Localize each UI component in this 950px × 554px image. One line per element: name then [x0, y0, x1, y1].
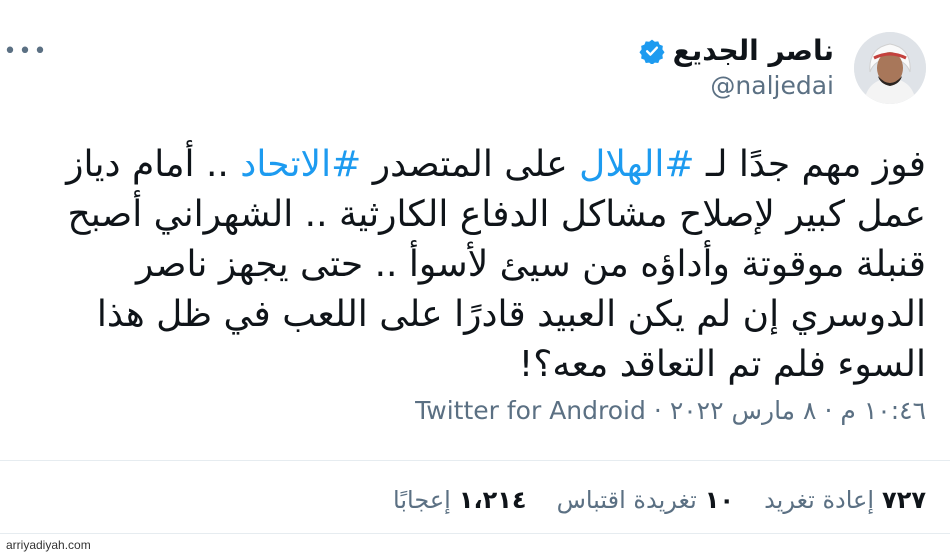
tweet-text-part: فوز مهم جدًا لـ: [694, 144, 926, 185]
hashtag-alittihad[interactable]: #الاتحاد: [240, 144, 361, 185]
retweets-label: إعادة تغريد: [764, 486, 875, 514]
tweet-stats: ٧٢٧ إعادة تغريد ١٠ تغريدة اقتباس ١،٢١٤ إ…: [393, 486, 926, 514]
tweet-source-link[interactable]: Twitter for Android: [415, 396, 646, 425]
tweet-author[interactable]: ناصر الجديع @naljedai: [639, 34, 834, 100]
likes-stat[interactable]: ١،٢١٤ إعجابًا: [393, 486, 527, 514]
verified-badge-icon: [639, 38, 665, 65]
tweet-time[interactable]: ١٠:٤٦ م: [840, 396, 926, 425]
likes-count: ١،٢١٤: [458, 486, 527, 514]
quotes-count: ١٠: [704, 486, 735, 514]
tweet-date[interactable]: ٨ مارس ٢٠٢٢: [670, 396, 817, 425]
meta-separator: ·: [824, 396, 833, 425]
retweets-stat[interactable]: ٧٢٧ إعادة تغريد: [764, 486, 926, 514]
retweets-count: ٧٢٧: [882, 486, 926, 514]
likes-label: إعجابًا: [393, 486, 451, 514]
avatar-image: [854, 32, 926, 104]
tweet-text-part: على المتصدر: [361, 144, 580, 185]
tweet-meta: ١٠:٤٦ م · ٨ مارس ٢٠٢٢ · Twitter for Andr…: [415, 396, 926, 425]
tweet-text: فوز مهم جدًا لـ #الهلال على المتصدر #الا…: [26, 140, 926, 390]
quotes-stat[interactable]: ١٠ تغريدة اقتباس: [557, 486, 735, 514]
avatar[interactable]: [854, 32, 926, 104]
divider: [0, 533, 950, 534]
more-options-button[interactable]: •••: [3, 36, 49, 66]
author-display-name[interactable]: ناصر الجديع: [673, 34, 834, 67]
divider: [0, 460, 950, 461]
watermark: arriyadiyah.com: [6, 538, 91, 552]
more-icon: •••: [3, 38, 49, 64]
hashtag-alhilal[interactable]: #الهلال: [579, 144, 694, 185]
quotes-label: تغريدة اقتباس: [556, 486, 697, 514]
meta-separator: ·: [653, 396, 662, 425]
author-handle[interactable]: @naljedai: [639, 71, 834, 100]
